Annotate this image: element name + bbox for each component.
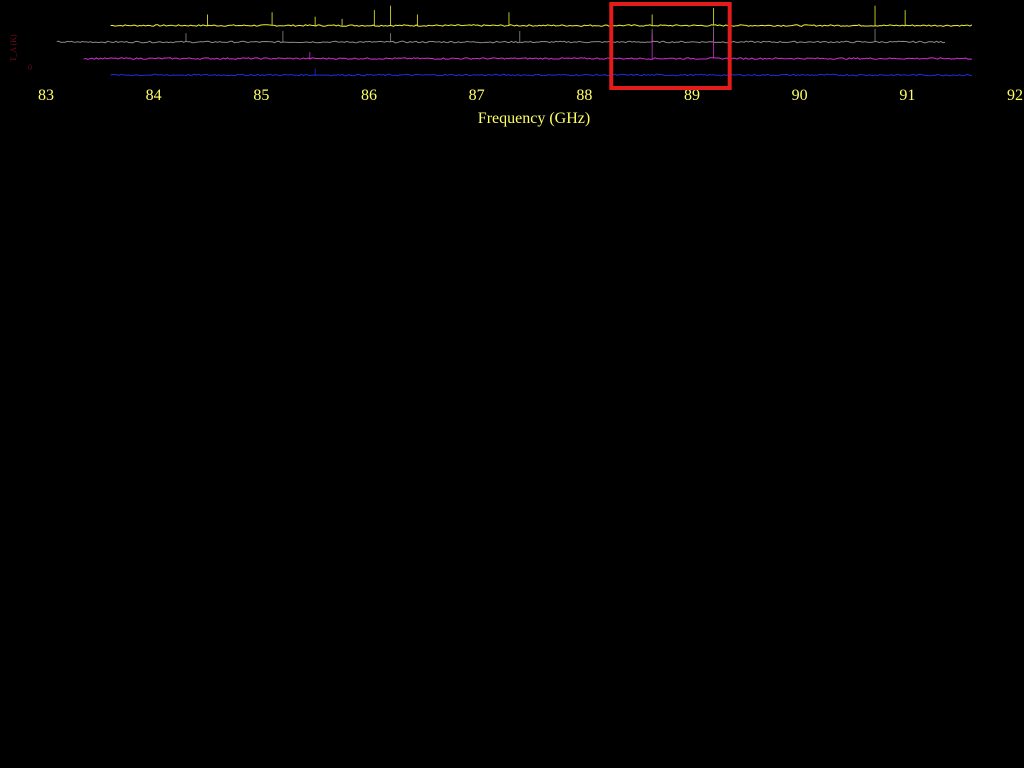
x-tick-label: 87: [469, 87, 485, 104]
x-tick-label: 90: [792, 87, 808, 104]
x-tick-label: 85: [253, 87, 269, 104]
x-tick-label: 86: [361, 87, 377, 104]
spectrum-trace: [110, 73, 972, 77]
y-tick-label-zero: 0: [28, 63, 32, 72]
x-tick-label: 83: [38, 87, 54, 104]
x-axis-label: Frequency (GHz): [478, 110, 590, 127]
y-axis-label: T_A (K): [9, 34, 18, 62]
spectrum-chart: 83 84 85 86 87 88 89 90 91 92 T_A (K) 0 Frequency…: [9, 2, 1023, 127]
spectrum-series-1: [110, 5, 973, 27]
x-tick-label: 84: [146, 87, 162, 104]
x-tick-label: 88: [576, 87, 592, 104]
spectrum-series-3: [83, 34, 972, 60]
spectrum-trace: [110, 24, 973, 27]
spectrum-series-2: [56, 26, 946, 44]
x-tick-labels: 83 84 85 86 87 88 89 90 91 92: [38, 87, 1023, 104]
spectrum-series-layer: [56, 5, 973, 77]
x-tick-label: 91: [899, 87, 915, 104]
x-tick-label: 92: [1007, 87, 1023, 104]
spectrum-series-4: [110, 68, 972, 77]
spectrum-trace: [56, 40, 946, 44]
spectrum-trace: [83, 57, 972, 60]
